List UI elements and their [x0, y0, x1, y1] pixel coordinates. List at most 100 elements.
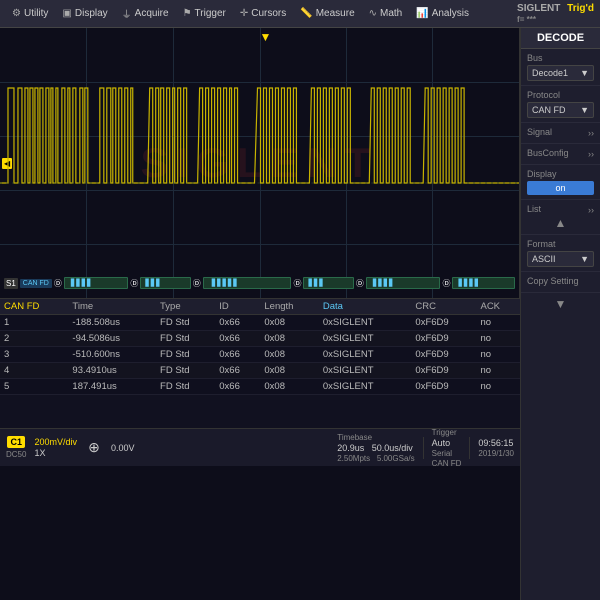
protocol-value: CAN FD: [532, 105, 566, 115]
cell-data: 0xSIGLENT: [319, 379, 412, 395]
cell-data: 0xSIGLENT: [319, 347, 412, 363]
brand-name: SIGLENT Trig'd f= ***: [517, 3, 594, 25]
format-dropdown[interactable]: ASCII ▼: [527, 251, 594, 267]
cell-length: 0x08: [260, 363, 318, 379]
cell-time: 187.491us: [68, 379, 156, 395]
sidebar-signal-section: Signal ››: [521, 123, 600, 144]
sample-rate: 2.50Mpts 5.00GSa/s: [337, 454, 414, 463]
cell-crc: 0xF6D9: [411, 331, 476, 347]
cell-num: 5: [0, 379, 68, 395]
menu-measure[interactable]: 📏 Measure: [294, 6, 360, 21]
waveform-area[interactable]: SIGLENT ▼ ◀ S1 CAN FD Ⓓ ▋▋▋▋ Ⓓ ▋▋▋ Ⓓ: [0, 28, 520, 298]
display-icon: ▣: [62, 8, 71, 19]
scroll-down-icon[interactable]: ▼: [525, 297, 596, 311]
utility-icon: ⚙: [12, 8, 21, 19]
protocol-dropdown[interactable]: CAN FD ▼: [527, 102, 594, 118]
table-row: 3 -510.600ns FD Std 0x66 0x08 0xSIGLENT …: [0, 347, 520, 363]
menu-trigger[interactable]: ⚑ Trigger: [177, 6, 232, 21]
cell-id: 0x66: [215, 347, 260, 363]
volts-div: 200mV/div: [34, 437, 77, 447]
cell-type: FD Std: [156, 315, 215, 331]
cell-num: 1: [0, 315, 68, 331]
display-on-button[interactable]: on: [527, 181, 594, 195]
menu-display[interactable]: ▣ Display: [56, 6, 113, 21]
acquire-icon: ⏚: [122, 6, 132, 21]
trigger-type: Serial: [432, 449, 462, 458]
sidebar-list-section: List ›› ▲: [521, 200, 600, 235]
sidebar-bus-section: Bus Decode1 ▼: [521, 49, 600, 86]
cell-time: -94.5086us: [68, 331, 156, 347]
sidebar-busconfig-section: BusConfig ››: [521, 144, 600, 165]
timebase-section: Timebase 20.9us 50.0us/div 2.50Mpts 5.00…: [337, 433, 414, 463]
cell-crc: 0xF6D9: [411, 363, 476, 379]
menu-utility-label: Utility: [24, 8, 48, 19]
trigger-mode: Auto: [432, 438, 462, 448]
cell-ack: no: [476, 331, 520, 347]
bus-dropdown[interactable]: Decode1 ▼: [527, 65, 594, 81]
menu-cursors[interactable]: ✛ Cursors: [234, 6, 292, 21]
timebase-label: Timebase: [337, 433, 414, 442]
menu-analysis[interactable]: 📊 Analysis: [410, 6, 475, 21]
freq-display: f= ***: [517, 15, 536, 24]
ch1-badge: C1: [7, 436, 25, 448]
format-chevron-icon: ▼: [580, 254, 589, 264]
data-table: CAN FD Time Type ID Length Data CRC ACK …: [0, 299, 520, 395]
busconfig-expand-icon[interactable]: ››: [588, 149, 594, 159]
cell-id: 0x66: [215, 379, 260, 395]
decode-d-icon1: Ⓓ: [54, 278, 62, 289]
decode-seg6: ▋▋▋▋: [452, 277, 515, 289]
format-value: ASCII: [532, 254, 556, 264]
menu-acquire[interactable]: ⏚ Acquire: [116, 4, 175, 23]
math-icon: ∿: [369, 8, 377, 19]
scroll-down-section: ▼: [521, 293, 600, 315]
protocol-label: Protocol: [527, 90, 594, 100]
cell-type: FD Std: [156, 379, 215, 395]
table-row: 5 187.491us FD Std 0x66 0x08 0xSIGLENT 0…: [0, 379, 520, 395]
timebase-value: 20.9us 50.0us/div: [337, 443, 414, 453]
list-expand-icon[interactable]: ››: [588, 205, 594, 215]
menu-math[interactable]: ∿ Math: [363, 6, 409, 21]
decode-seg1: ▋▋▋▋: [64, 277, 129, 289]
col-ack: ACK: [476, 299, 520, 315]
decode-d-icon5: Ⓓ: [356, 278, 364, 289]
menu-analysis-label: Analysis: [432, 8, 469, 19]
cell-time: -188.508us: [68, 315, 156, 331]
scope-area: SIGLENT ▼ ◀ S1 CAN FD Ⓓ ▋▋▋▋ Ⓓ ▋▋▋ Ⓓ: [0, 28, 520, 600]
decode-d-icon4: Ⓓ: [293, 278, 301, 289]
cell-data: 0xSIGLENT: [319, 363, 412, 379]
menu-display-label: Display: [75, 8, 108, 19]
status-divider2: [469, 437, 470, 459]
bus-label: Bus: [527, 53, 594, 63]
cell-length: 0x08: [260, 331, 318, 347]
cell-time: -510.600ns: [68, 347, 156, 363]
decode-seg4: ▋▋▋: [303, 277, 353, 289]
decode-d-icon2: Ⓓ: [130, 278, 138, 289]
table-row: 4 93.4910us FD Std 0x66 0x08 0xSIGLENT 0…: [0, 363, 520, 379]
table-row: 1 -188.508us FD Std 0x66 0x08 0xSIGLENT …: [0, 315, 520, 331]
cell-type: FD Std: [156, 347, 215, 363]
cell-data: 0xSIGLENT: [319, 315, 412, 331]
decode-d-icon6: Ⓓ: [442, 278, 450, 289]
menu-utility[interactable]: ⚙ Utility: [6, 6, 54, 21]
datetime-section: 09:56:15 2019/1/30: [478, 438, 514, 458]
copysetting-label: Copy Setting: [527, 276, 594, 286]
decode-d-icon3: Ⓓ: [193, 278, 201, 289]
sidebar-title: DECODE: [521, 28, 600, 49]
table-header-row: CAN FD Time Type ID Length Data CRC ACK: [0, 299, 520, 315]
scroll-up-icon[interactable]: ▲: [527, 216, 594, 230]
list-label: List: [527, 204, 541, 214]
col-num: CAN FD: [0, 299, 68, 315]
display-label: Display: [527, 169, 594, 179]
decode-seg2: ▋▋▋: [140, 277, 190, 289]
cell-ack: no: [476, 315, 520, 331]
signal-expand-icon[interactable]: ››: [588, 128, 594, 138]
status-bar: C1 DC50 200mV/div 1X ⊕ 0.00V Timebase 20…: [0, 428, 520, 466]
cell-type: FD Std: [156, 363, 215, 379]
cell-id: 0x66: [215, 315, 260, 331]
cell-crc: 0xF6D9: [411, 347, 476, 363]
main-content: SIGLENT ▼ ◀ S1 CAN FD Ⓓ ▋▋▋▋ Ⓓ ▋▋▋ Ⓓ: [0, 28, 600, 600]
col-time: Time: [68, 299, 156, 315]
cursors-icon: ✛: [240, 8, 248, 19]
sidebar-copysetting-section: Copy Setting: [521, 272, 600, 293]
menu-measure-label: Measure: [316, 8, 355, 19]
